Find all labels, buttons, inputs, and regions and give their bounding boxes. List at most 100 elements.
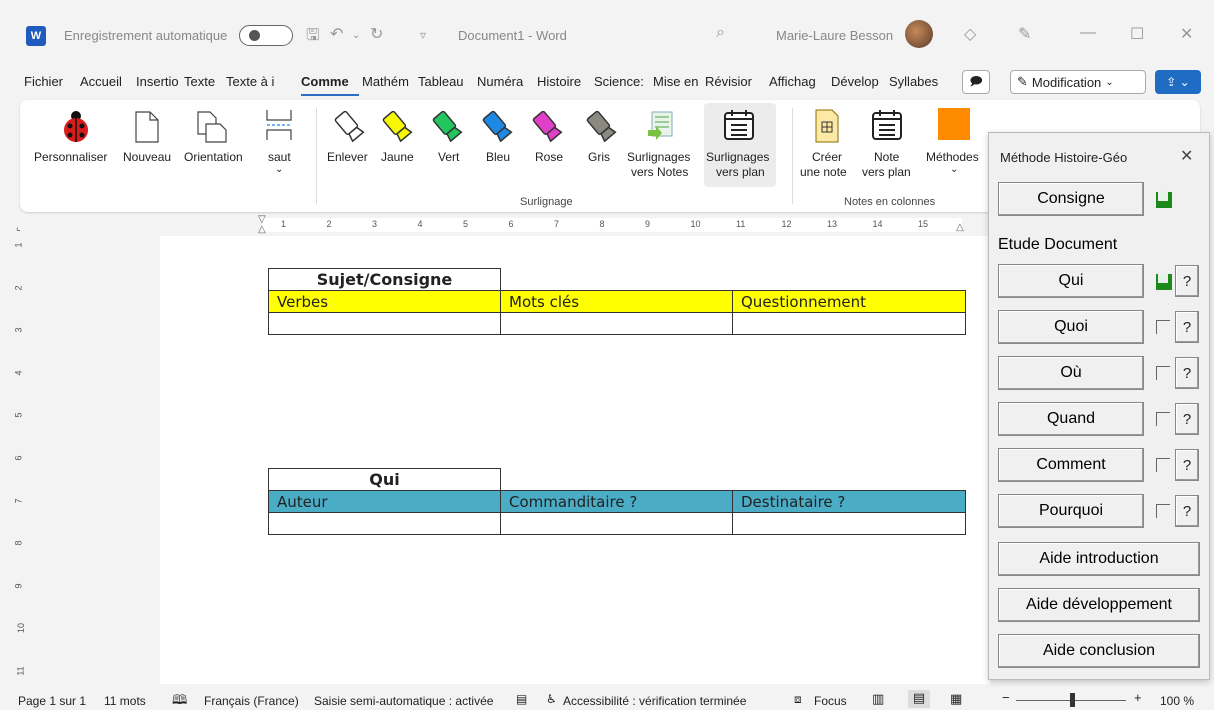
- read-mode-icon[interactable]: ▥: [872, 691, 884, 707]
- tab-sciences[interactable]: Science:: [594, 74, 650, 89]
- tab-histoire[interactable]: Histoire: [537, 74, 581, 89]
- tab-texte[interactable]: Texte: [184, 74, 215, 89]
- pink-highlighter-icon[interactable]: [530, 110, 564, 142]
- row-help-button-pourquoi[interactable]: ?: [1175, 495, 1199, 527]
- yellow-highlighter-icon[interactable]: [380, 110, 414, 142]
- highlights-to-notes-icon[interactable]: [646, 110, 680, 140]
- accessibility-status[interactable]: Accessibilité : vérification terminée: [563, 694, 746, 708]
- table-cell-empty[interactable]: [732, 512, 966, 535]
- table-cell-empty[interactable]: [268, 312, 501, 335]
- table-cell-empty[interactable]: [500, 512, 733, 535]
- table-cell-questionnement[interactable]: Questionnement: [732, 290, 966, 313]
- search-icon[interactable]: ⌕: [716, 24, 725, 42]
- table-header-sujet[interactable]: Sujet/Consigne: [268, 268, 501, 291]
- tab-fichier[interactable]: Fichier: [24, 74, 63, 89]
- page-count[interactable]: Page 1 sur 1: [18, 694, 86, 708]
- consigne-checkbox[interactable]: [1156, 191, 1172, 208]
- row-help-button-quoi[interactable]: ?: [1175, 311, 1199, 343]
- aide-developpement-button[interactable]: Aide développement: [998, 588, 1200, 622]
- row-checkbox-ou[interactable]: [1156, 366, 1170, 380]
- table-cell-mots-cles[interactable]: Mots clés: [500, 290, 733, 313]
- print-layout-icon[interactable]: ▤: [908, 690, 930, 708]
- tab-insertion[interactable]: Insertion: [136, 74, 178, 89]
- word-count[interactable]: 11 mots: [104, 694, 146, 708]
- row-help-button-qui[interactable]: ?: [1175, 265, 1199, 297]
- zoom-level[interactable]: 100 %: [1160, 694, 1194, 708]
- zoom-out-icon[interactable]: −: [1002, 690, 1010, 705]
- focus-label[interactable]: Focus: [814, 694, 847, 708]
- predictions-icon[interactable]: ▤: [516, 692, 527, 706]
- row-button-quoi[interactable]: Quoi: [998, 310, 1144, 344]
- row-button-comment[interactable]: Comment: [998, 448, 1144, 482]
- table-cell-destinataire[interactable]: Destinataire ?: [732, 490, 966, 513]
- maximize-icon[interactable]: ☐: [1130, 24, 1144, 44]
- customize-toolbar-icon[interactable]: ▿: [420, 28, 426, 42]
- web-layout-icon[interactable]: ▦: [950, 691, 962, 707]
- table-cell-empty[interactable]: [500, 312, 733, 335]
- zoom-slider-thumb[interactable]: [1070, 693, 1075, 707]
- tab-commentaires[interactable]: Comme: [301, 74, 361, 89]
- page-break-icon[interactable]: [264, 108, 294, 145]
- editing-mode-button[interactable]: ✎ Modification ⌄: [1010, 70, 1146, 94]
- tab-numeration[interactable]: Numéra: [477, 74, 531, 89]
- undo-icon[interactable]: ↶: [330, 24, 343, 44]
- methodes-chevron-icon[interactable]: ⌄: [950, 164, 958, 175]
- tab-revision[interactable]: Révisior: [705, 74, 765, 89]
- aide-introduction-button[interactable]: Aide introduction: [998, 542, 1200, 576]
- book-icon[interactable]: 🕮: [172, 691, 187, 710]
- table-cell-commanditaire[interactable]: Commanditaire ?: [500, 490, 733, 513]
- note-plan-list-icon[interactable]: [870, 108, 904, 145]
- row-checkbox-comment[interactable]: [1156, 458, 1170, 472]
- saut-chevron-icon[interactable]: ⌄: [275, 164, 283, 175]
- close-window-icon[interactable]: ✕: [1180, 24, 1193, 44]
- language-status[interactable]: Français (France): [204, 694, 299, 708]
- aide-conclusion-button[interactable]: Aide conclusion: [998, 634, 1200, 668]
- table-header-qui[interactable]: Qui: [268, 468, 501, 491]
- focus-icon[interactable]: ⧈: [794, 692, 802, 707]
- left-indent-marker-icon[interactable]: △: [258, 224, 266, 235]
- user-name[interactable]: Marie-Laure Besson: [776, 28, 893, 43]
- table-cell-verbes[interactable]: Verbes: [268, 290, 501, 313]
- share-button[interactable]: ⇪ ⌄: [1155, 70, 1201, 94]
- gray-highlighter-icon[interactable]: [584, 110, 618, 142]
- orientation-icon[interactable]: [196, 110, 228, 147]
- tab-texte-a-i[interactable]: Texte à i: [226, 74, 296, 89]
- diamond-icon[interactable]: ◇: [964, 24, 976, 44]
- comments-button[interactable]: 🗩: [962, 70, 990, 94]
- tab-mise-en-page[interactable]: Mise en: [653, 74, 701, 89]
- create-note-icon[interactable]: [814, 108, 840, 147]
- row-button-ou[interactable]: Où: [998, 356, 1144, 390]
- row-help-button-ou[interactable]: ?: [1175, 357, 1199, 389]
- tab-developpeur[interactable]: Dévelop: [831, 74, 885, 89]
- table-qui[interactable]: Qui Auteur Commanditaire ? Destinataire …: [268, 468, 966, 535]
- zoom-in-icon[interactable]: +: [1134, 690, 1142, 705]
- methodes-square-icon[interactable]: [938, 108, 970, 140]
- undo-dropdown-icon[interactable]: ⌄: [352, 30, 360, 41]
- minimize-icon[interactable]: —: [1080, 24, 1096, 42]
- row-checkbox-qui[interactable]: [1156, 273, 1172, 290]
- redo-icon[interactable]: ↻: [370, 24, 383, 44]
- row-help-button-quand[interactable]: ?: [1175, 403, 1199, 435]
- personnaliser-button[interactable]: [60, 108, 92, 144]
- table-cell-auteur[interactable]: Auteur: [268, 490, 501, 513]
- tab-syllabes[interactable]: Syllabes: [889, 74, 947, 89]
- green-highlighter-icon[interactable]: [430, 110, 464, 142]
- tab-accueil[interactable]: Accueil: [80, 74, 122, 89]
- autocomplete-status[interactable]: Saisie semi-automatique : activée: [314, 694, 493, 708]
- table-cell-empty[interactable]: [268, 512, 501, 535]
- save-icon[interactable]: 🖫: [306, 24, 320, 51]
- eraser-highlighter-icon[interactable]: [332, 110, 366, 142]
- row-checkbox-pourquoi[interactable]: [1156, 504, 1170, 518]
- tab-mathematiques[interactable]: Mathém: [362, 74, 414, 89]
- right-indent-marker-icon[interactable]: △: [956, 222, 964, 233]
- tab-tableau[interactable]: Tableau: [418, 74, 464, 89]
- tab-affichage[interactable]: Affichag: [769, 74, 825, 89]
- row-checkbox-quoi[interactable]: [1156, 320, 1170, 334]
- autosave-toggle[interactable]: [239, 25, 293, 46]
- accessibility-icon[interactable]: ♿: [546, 692, 557, 706]
- row-button-pourquoi[interactable]: Pourquoi: [998, 494, 1144, 528]
- consigne-button[interactable]: Consigne: [998, 182, 1144, 216]
- row-button-quand[interactable]: Quand: [998, 402, 1144, 436]
- row-button-qui[interactable]: Qui: [998, 264, 1144, 298]
- row-help-button-comment[interactable]: ?: [1175, 449, 1199, 481]
